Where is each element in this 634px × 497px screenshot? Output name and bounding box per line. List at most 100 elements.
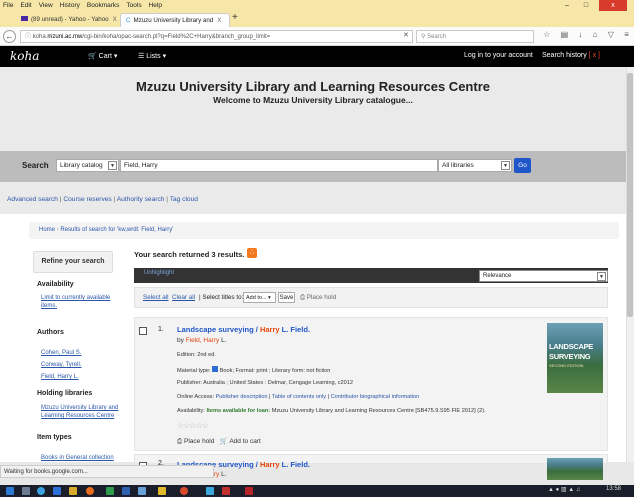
hold-icon: ⎙ — [177, 438, 185, 445]
menu-help[interactable]: Help — [149, 2, 162, 9]
course-reserves-link[interactable]: Course reserves — [63, 196, 111, 203]
result-author: by Field, Harry L. — [177, 337, 227, 344]
holding-library-link[interactable]: Mzuzu University Library and Learning Re… — [41, 404, 121, 420]
word-icon[interactable] — [122, 487, 130, 495]
home-icon[interactable]: ⌂ — [593, 30, 598, 39]
excel-icon[interactable] — [106, 487, 114, 495]
author-link[interactable]: Cohen, Paul S. — [41, 349, 81, 357]
browser-search-input[interactable]: ⚲ Search — [416, 30, 534, 43]
publisher-description-link[interactable]: Publisher description — [216, 394, 268, 400]
login-link[interactable]: Log in to your account — [464, 52, 533, 59]
authority-search-link[interactable]: Authority search — [117, 196, 165, 203]
holding-libraries-heading: Holding libraries — [37, 390, 93, 397]
list-icon: ☰ — [138, 53, 147, 60]
close-tab-icon[interactable]: X — [217, 17, 221, 24]
author-link[interactable]: Conway, Tyrell. — [41, 361, 81, 369]
author-link[interactable]: Field, Harry L. — [41, 373, 79, 381]
lists-menu[interactable]: ☰ Lists ▾ — [138, 52, 166, 60]
catalog-select[interactable]: Library catalog ▼ — [56, 159, 119, 172]
place-hold-toolbar-button[interactable]: ⎙ Place hold — [300, 294, 336, 302]
menu-history[interactable]: History — [60, 2, 80, 9]
advanced-search-link[interactable]: Advanced search — [7, 196, 58, 203]
select-titles-label: | Select titles to: — [199, 294, 244, 301]
menu-view[interactable]: View — [39, 2, 53, 9]
chrome-icon[interactable] — [37, 487, 45, 495]
cart-icon: 🛒 — [219, 438, 230, 445]
item-type-link[interactable]: Books in General collection — [41, 454, 114, 462]
result-availability: Availability: Items available for loan: … — [177, 408, 486, 414]
author-link[interactable]: Field, Harry — [186, 337, 220, 344]
tab-label: (89 unread) - Yahoo - Yahoo — [31, 16, 109, 23]
breadcrumb-home[interactable]: Home — [39, 227, 55, 233]
search-label: Search — [22, 161, 49, 170]
url-bar[interactable]: ⓘ koha.mzuni.ac.mw/cgi-bin/koha/opac-sea… — [20, 30, 413, 43]
result-number: 1. — [158, 326, 164, 333]
tab-label: Mzuzu University Library and — [133, 17, 214, 24]
status-bar: Waiting for books.google.com... — [0, 465, 214, 478]
koha-header: koha 🛒 Cart ▾ ☰ Lists ▾ Log in to your a… — [0, 46, 634, 67]
edge-icon[interactable] — [53, 487, 61, 495]
rss-icon[interactable]: ∴ — [247, 248, 257, 258]
download-icon[interactable]: ↓ — [578, 30, 582, 39]
menu-bookmarks[interactable]: Bookmarks — [87, 2, 120, 9]
tab-yahoo[interactable]: (89 unread) - Yahoo - Yahoo X — [16, 13, 120, 27]
acrobat-icon[interactable] — [222, 487, 230, 495]
limit-available-link[interactable]: Limit to currently available items. — [41, 294, 119, 310]
minimize-button[interactable]: – — [561, 0, 573, 11]
back-button[interactable]: ← — [3, 30, 16, 43]
clear-all-link[interactable]: Clear all — [172, 294, 195, 301]
scrollbar-thumb[interactable] — [627, 73, 633, 317]
cart-menu[interactable]: 🛒 Cart ▾ — [88, 52, 117, 60]
browser-toolbar-icons: ☆ ▤ ↓ ⌂ ▽ ≡ — [538, 30, 634, 39]
result-title-link[interactable]: Landscape surveying / Harry L. Field. — [177, 325, 310, 334]
ie-icon[interactable] — [69, 487, 77, 495]
clear-history-link[interactable]: [ x ] — [589, 52, 600, 59]
library-select[interactable]: All libraries ▼ — [438, 159, 512, 172]
rating-stars[interactable]: ☆☆☆☆☆ — [177, 421, 209, 430]
firefox-icon[interactable] — [86, 487, 94, 495]
taskbar-clock[interactable]: 13:58 — [606, 486, 621, 492]
maximize-button[interactable]: □ — [580, 0, 592, 11]
result-checkbox[interactable] — [139, 327, 147, 335]
pdf-icon[interactable] — [245, 487, 253, 495]
skype-icon[interactable] — [206, 487, 214, 495]
search-history-link[interactable]: Search history [ x ] — [542, 52, 600, 59]
search-input[interactable]: Field, Harry — [120, 159, 438, 172]
reading-list-icon[interactable]: ▤ — [561, 30, 569, 39]
select-all-link[interactable]: Select all — [143, 294, 169, 301]
add-to-select[interactable]: Add to... ▾ — [243, 292, 276, 303]
pocket-icon[interactable]: ▽ — [608, 30, 614, 39]
new-tab-button[interactable]: + — [232, 12, 238, 23]
book-cover-image[interactable] — [547, 458, 603, 480]
tab-mzuzu-library[interactable]: C Mzuzu University Library and X — [120, 13, 230, 27]
close-window-button[interactable]: x — [599, 0, 627, 11]
hamburger-menu-icon[interactable]: ≡ — [624, 30, 629, 39]
contributor-info-link[interactable]: Contributor biographical information — [331, 394, 420, 400]
bookmark-star-icon[interactable]: ☆ — [543, 30, 550, 39]
unhighlight-link[interactable]: Unhighlight — [144, 270, 174, 276]
save-button[interactable]: Save — [278, 292, 295, 303]
task-view-icon[interactable] — [22, 487, 30, 495]
browser-tabbar: (89 unread) - Yahoo - Yahoo X C Mzuzu Univ… — [0, 11, 634, 27]
go-button[interactable]: Go — [514, 158, 531, 173]
place-hold-link[interactable]: ⎙ Place hold — [177, 438, 214, 445]
breadcrumb-current[interactable]: Results of search for 'kw,wrdl: Field, H… — [60, 227, 173, 233]
book-cover-image[interactable]: LANDSCAPE SURVEYING SECOND EDITION — [547, 323, 603, 393]
system-tray[interactable]: ▲ ● ▥ ▲ ♫ — [548, 486, 580, 493]
table-of-contents-link[interactable]: Table of contents only — [272, 394, 326, 400]
windows-start-icon[interactable] — [6, 487, 14, 495]
koha-logo[interactable]: koha — [10, 49, 39, 63]
menu-edit[interactable]: Edit — [20, 2, 31, 9]
menu-tools[interactable]: Tools — [126, 2, 141, 9]
close-tab-icon[interactable]: X — [113, 16, 117, 23]
opera-icon[interactable] — [180, 487, 188, 495]
tag-cloud-link[interactable]: Tag cloud — [170, 196, 198, 203]
clear-url-icon[interactable]: ✕ — [403, 31, 409, 39]
sort-select[interactable]: Relevance ▼ — [479, 270, 608, 282]
chevron-down-icon: ▼ — [597, 272, 606, 281]
window-controls: – □ x — [561, 0, 634, 11]
folder-icon[interactable] — [158, 487, 166, 495]
explorer-icon[interactable] — [138, 487, 146, 495]
add-to-cart-link[interactable]: 🛒 Add to cart — [220, 438, 261, 445]
menu-file[interactable]: File — [3, 2, 13, 9]
